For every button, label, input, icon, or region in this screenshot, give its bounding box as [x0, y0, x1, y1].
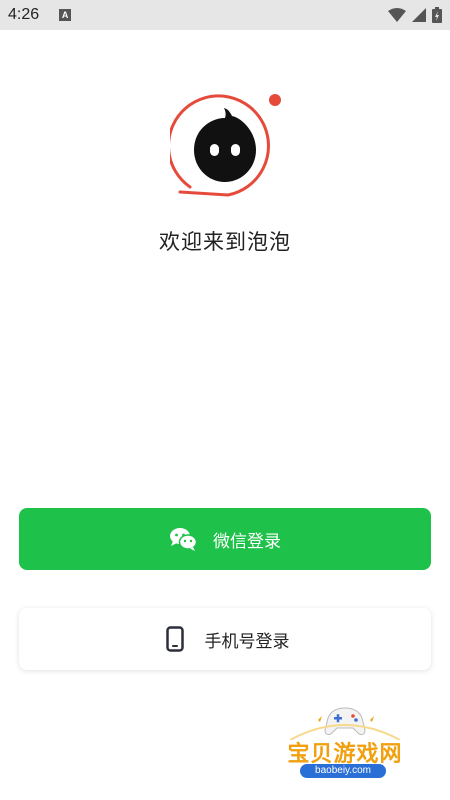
logo-left-eye: [210, 144, 219, 156]
logo-right-eye: [231, 144, 240, 156]
status-bar: 4:26 A: [0, 0, 450, 30]
wechat-login-label: 微信登录: [213, 531, 281, 552]
gamepad-icon: [289, 707, 401, 740]
app-logo: [170, 94, 281, 197]
phone-login-button[interactable]: 手机号登录: [19, 608, 431, 670]
notification-a-icon: A: [59, 9, 72, 21]
status-time: 4:26: [8, 6, 40, 23]
cell-signal-icon: [412, 8, 426, 22]
login-screen: 4:26 A 欢迎来到泡泡 微信登录 手机号登录 宝贝游戏网 baobeiy.c…: [0, 0, 450, 800]
welcome-title: 欢迎来到泡泡: [159, 230, 291, 254]
wechat-icon: [169, 525, 197, 553]
phone-login-label: 手机号登录: [204, 631, 290, 652]
watermark-url: baobeiy.com: [300, 764, 386, 778]
status-icons: [388, 7, 442, 23]
phone-icon: [161, 625, 189, 653]
site-watermark: 宝贝游戏网 baobeiy.com: [270, 700, 420, 790]
battery-icon: [432, 7, 442, 23]
wechat-login-button[interactable]: 微信登录: [19, 508, 431, 570]
logo-dot: [269, 94, 281, 106]
logo-face: [194, 108, 256, 182]
wifi-icon: [388, 8, 406, 22]
